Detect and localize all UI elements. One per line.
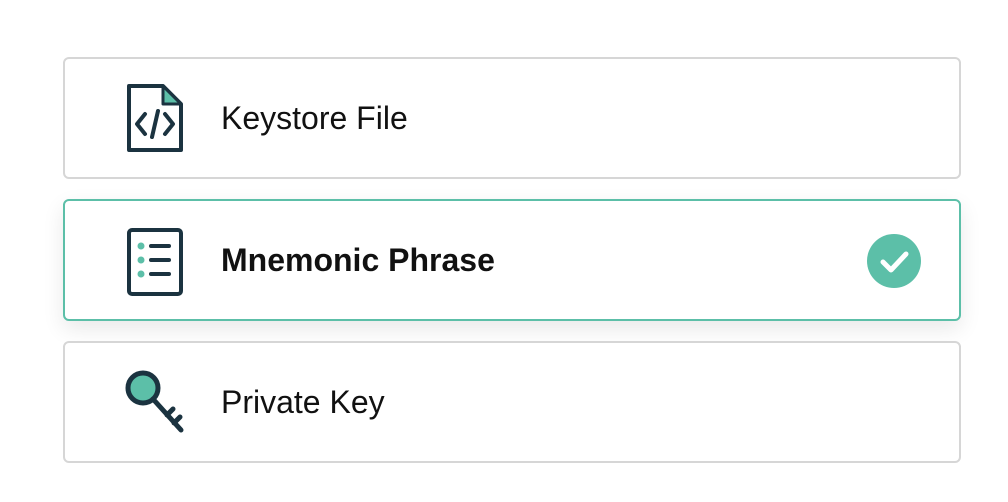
code-file-icon — [123, 84, 189, 154]
option-label: Mnemonic Phrase — [221, 242, 495, 278]
option-mnemonic-phrase[interactable]: Mnemonic Phrase — [63, 199, 961, 321]
option-private-key[interactable]: Private Key — [63, 341, 961, 463]
access-method-list: Keystore File Mnemonic Phrase Private Ke… — [63, 57, 961, 483]
key-icon — [123, 368, 189, 438]
option-keystore-file[interactable]: Keystore File — [63, 57, 961, 179]
option-label: Private Key — [221, 384, 385, 420]
list-document-icon — [123, 226, 189, 296]
option-label: Keystore File — [221, 100, 408, 136]
check-circle-icon — [867, 234, 921, 288]
